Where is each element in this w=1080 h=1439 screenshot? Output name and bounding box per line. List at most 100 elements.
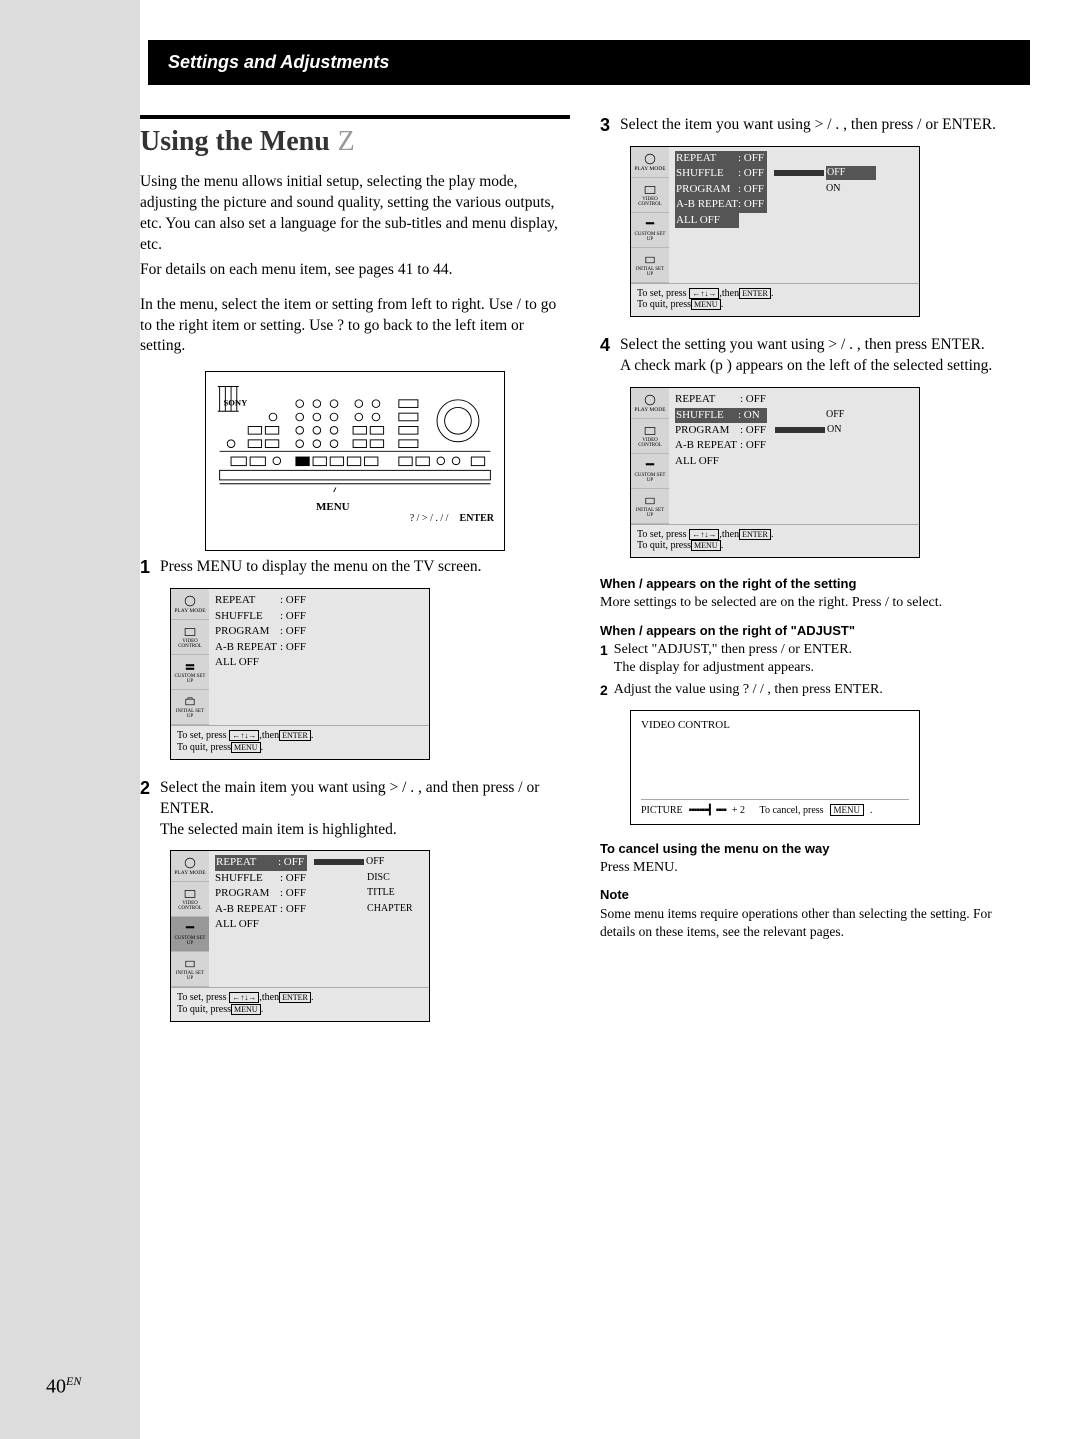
s4b1b: ,then — [719, 529, 739, 540]
brand-label: SONY — [223, 398, 248, 408]
menu-label: MENU — [316, 501, 350, 513]
s4o2: ON — [827, 423, 877, 437]
s2b1: To set, press — [177, 993, 227, 1004]
s4r4l: A-B REPEAT — [675, 438, 737, 453]
pgn-suf: EN — [66, 1374, 81, 1388]
r4l: A-B REPEAT — [215, 640, 277, 655]
screen4-sidebar: PLAY MODE VIDEO CONTROL CUSTOM SET UP IN… — [631, 388, 669, 524]
s3r4l: A-B REPEAT — [676, 197, 738, 212]
sb4-custom: CUSTOM SET UP — [633, 473, 667, 483]
title-mark: Z — [338, 126, 355, 157]
adjust-screen: VIDEO CONTROL PICTURE▪▪▪▪▪▪▪▪▎▪▪▪▪+ 2 To… — [630, 710, 920, 825]
adj-plus: + 2 — [732, 805, 745, 816]
nl1t: Select "ADJUST," then press / or ENTER.T… — [614, 641, 852, 679]
sb3-video: VIDEO CONTROL — [633, 197, 667, 207]
s2r3v: : OFF — [280, 886, 308, 901]
screen-4: PLAY MODE VIDEO CONTROL CUSTOM SET UP IN… — [630, 387, 920, 558]
screen4-bottom: To set, press ←↑↓→,thenENTER. To quit, p… — [631, 524, 919, 557]
step-num-1: 1 — [140, 557, 150, 578]
subhead-2: When / appears on the right of "ADJUST" — [600, 623, 1030, 638]
title-text: Using the Menu — [140, 126, 330, 157]
s2r2l: SHUFFLE — [215, 871, 277, 886]
step-text-3: Select the item you want using > / . , t… — [620, 115, 1030, 136]
s2r3l: PROGRAM — [215, 886, 277, 901]
screen-2: PLAY MODE VIDEO CONTROL CUSTOM SET UP IN… — [170, 850, 430, 1021]
s4b: A check mark (p ) appears on the left of… — [620, 357, 992, 374]
r4v: : OFF — [280, 640, 308, 655]
s2o1: OFF — [366, 855, 416, 869]
s4b1: To set, press — [637, 529, 687, 540]
s4r2v: : ON — [738, 408, 766, 423]
s4o1: OFF — [826, 408, 876, 422]
s2r2v: : OFF — [280, 871, 308, 886]
sb-initial: INITIAL SET UP — [173, 709, 207, 719]
s3r5l: ALL OFF — [676, 213, 738, 228]
b1c: ENTER — [279, 730, 311, 741]
intro-p1: Using the menu allows initial setup, sel… — [140, 172, 570, 256]
screen-main: REPEAT: OFF SHUFFLE: OFF PROGRAM: OFF A-… — [209, 589, 429, 725]
sb4-video: VIDEO CONTROL — [633, 438, 667, 448]
note-text: Some menu items require operations other… — [600, 905, 1030, 940]
s2r5l: ALL OFF — [215, 917, 277, 932]
step-num-4: 4 — [600, 335, 610, 377]
s2r1v: : OFF — [278, 855, 306, 870]
s2b2b: MENU — [231, 1004, 261, 1015]
sb4-play: PLAY MODE — [634, 407, 665, 413]
pgn-n: 40 — [46, 1376, 66, 1398]
sb4-initial: INITIAL SET UP — [633, 508, 667, 518]
subhead-1: When / appears on the right of the setti… — [600, 576, 1030, 591]
note-head: Note — [600, 887, 1030, 902]
r2v: : OFF — [280, 609, 308, 624]
s3r2l: SHUFFLE — [676, 166, 738, 181]
cancel-head: To cancel using the menu on the way — [600, 841, 1030, 856]
s3r1l: REPEAT — [676, 151, 738, 166]
s3r2v: : OFF — [738, 166, 766, 181]
step-num-2: 2 — [140, 778, 150, 841]
s4b2: To quit, press — [637, 540, 691, 551]
s2b2: To quit, press — [177, 1004, 231, 1015]
b2b: MENU — [231, 742, 261, 753]
screen2-bottom: To set, press ←↑↓→,thenENTER. To quit, p… — [171, 987, 429, 1020]
s3o1: OFF — [826, 166, 876, 180]
s3o2: ON — [826, 182, 876, 196]
s3b1: To set, press — [637, 288, 687, 299]
arrows-label: ? / > / . / / — [410, 513, 449, 524]
adj-title: VIDEO CONTROL — [641, 719, 909, 731]
s2b: The selected main item is highlighted. — [160, 821, 397, 838]
screen4-main: REPEAT: OFF SHUFFLE: ONOFF PROGRAM: OFFO… — [669, 388, 919, 524]
sb3-play: PLAY MODE — [634, 166, 665, 172]
subtext-1: More settings to be selected are on the … — [600, 594, 1030, 612]
screen3-sidebar: PLAY MODE VIDEO CONTROL CUSTOM SET UP IN… — [631, 147, 669, 283]
b2c: . — [261, 742, 264, 753]
screen2-sidebar: PLAY MODE VIDEO CONTROL CUSTOM SET UP IN… — [171, 851, 209, 987]
s3b1c: ENTER — [739, 288, 771, 299]
sb-custom: CUSTOM SET UP — [173, 674, 207, 684]
screen-sidebar: PLAY MODE VIDEO CONTROL CUSTOM SET UP IN… — [171, 589, 209, 725]
sb2-initial: INITIAL SET UP — [173, 971, 207, 981]
page-title: Using the Menu Z — [140, 125, 570, 158]
s4r3v: : OFF — [740, 423, 768, 438]
sb3-custom: CUSTOM SET UP — [633, 232, 667, 242]
step-num-3: 3 — [600, 115, 610, 136]
s4b1c: ENTER — [739, 529, 771, 540]
s3b1b: ,then — [719, 288, 739, 299]
step-text-2: Select the main item you want using > / … — [160, 778, 570, 841]
s4r3l: PROGRAM — [675, 423, 737, 438]
s2b1c: ENTER — [279, 992, 311, 1003]
device-svg: SONY — [212, 382, 498, 492]
s3r3v: : OFF — [738, 182, 766, 197]
s4r2l: SHUFFLE — [676, 408, 738, 423]
s3b2: To quit, press — [637, 299, 691, 310]
s3r1v: : OFF — [738, 151, 766, 166]
s2r1l: REPEAT — [216, 855, 278, 870]
screen-bottom: To set, press ←↑↓→,thenENTER. To quit, p… — [171, 725, 429, 758]
adj-bar: ▪▪▪▪▪▪▪▪▎▪▪▪▪ — [689, 805, 726, 816]
s3r3l: PROGRAM — [676, 182, 738, 197]
nl1: 1 — [600, 641, 608, 679]
r1v: : OFF — [280, 593, 308, 608]
enter-label: ENTER — [460, 513, 494, 524]
sb-video: VIDEO CONTROL — [173, 639, 207, 649]
sb2-video: VIDEO CONTROL — [173, 901, 207, 911]
s3b2b: MENU — [691, 299, 721, 310]
b2: To quit, press — [177, 742, 231, 753]
